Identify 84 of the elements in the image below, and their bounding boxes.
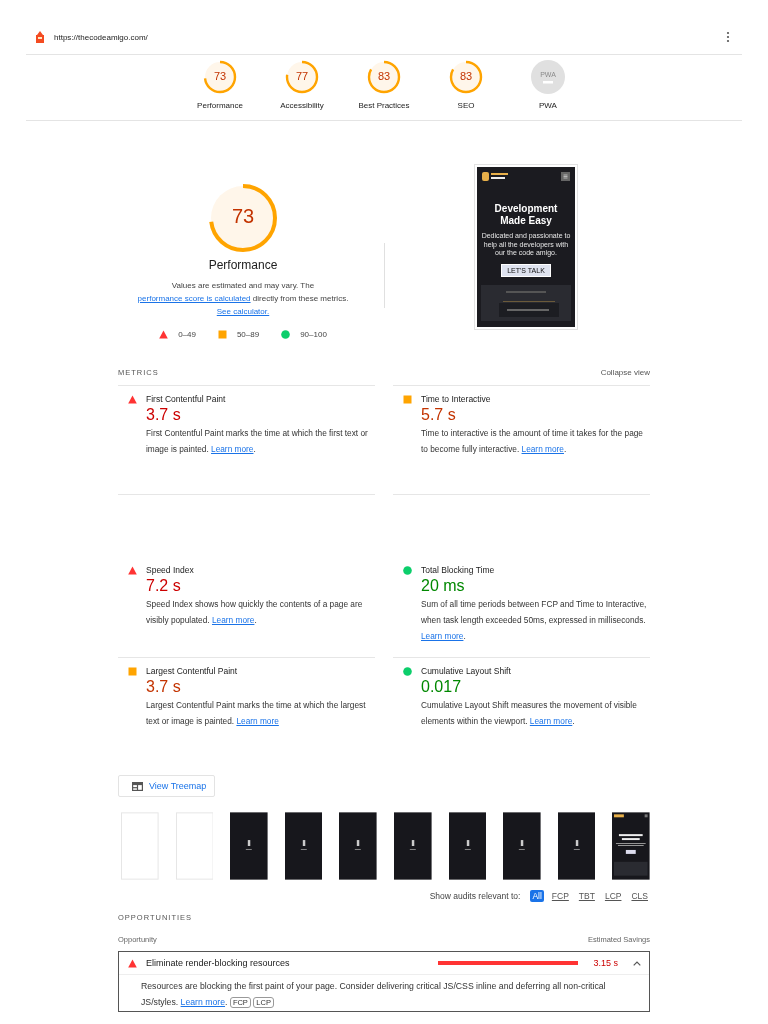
filmstrip-frame — [393, 812, 432, 880]
metric-description: Cumulative Layout Shift measures the movement of visible elements within the viewport. Learn more. — [421, 699, 638, 728]
score-value: 73 — [230, 205, 256, 228]
metric-description: Largest Contentful Paint marks the time at which the largest text or image is painted. Learn more — [146, 699, 367, 728]
menu-icon — [561, 172, 570, 181]
more-button[interactable] — [724, 31, 730, 43]
metric-name: Speed Index — [146, 565, 194, 575]
metric-name: First Contentful Paint — [146, 394, 226, 404]
filmstrip-frame — [557, 812, 596, 880]
metric-name: Largest Contentful Paint — [146, 666, 238, 676]
square-icon — [403, 394, 412, 404]
learn-more-link[interactable]: Learn more — [521, 444, 564, 454]
metric-description: Time to interactive is the amount of time it takes for the page to become fully interactive. Learn more. — [421, 427, 644, 456]
square-icon — [217, 330, 227, 339]
filter-chip[interactable]: TBT — [576, 890, 597, 902]
view-treemap-button[interactable]: View Treemap — [118, 775, 216, 797]
filter-chip[interactable]: CLS — [629, 890, 650, 902]
category-gauge-link[interactable]: 77 Accessibility — [266, 59, 338, 110]
legend-range: 90–100 — [300, 330, 327, 339]
category-title: Performance — [208, 258, 278, 272]
filter-chip[interactable]: LCP — [602, 890, 624, 902]
layout-icon — [132, 781, 143, 791]
score-value: 73 — [212, 70, 228, 82]
circle-icon — [281, 330, 291, 339]
triangle-icon — [159, 330, 169, 339]
filmstrip-frame — [339, 812, 377, 880]
metric-description: Speed Index shows how quickly the contents of a page are visibly populated. Learn more. — [146, 598, 364, 627]
score-gauge — [366, 59, 402, 95]
metric-description: First Contentful Paint marks the time at which the first text or image is painted. Learn more. — [146, 427, 369, 456]
metric-value: 20 ms — [421, 577, 466, 595]
category-label: SEO — [457, 101, 475, 110]
filmstrip-frame — [121, 812, 159, 880]
filmstrip-frame — [448, 812, 487, 880]
score-gauge — [284, 59, 320, 95]
score-gauge — [448, 59, 484, 95]
square-icon — [128, 666, 137, 676]
metric-description: Sum of all time periods between FCP and Time to Interactive, when task length exceeded 50ms, expressed in milliseconds. Learn more. — [421, 598, 648, 643]
hero-heading: Development Made Easy — [493, 203, 559, 227]
triangle-icon — [128, 958, 137, 968]
filmstrip-frame — [175, 812, 214, 880]
page-url: https://thecodeamigo.com/ — [54, 32, 149, 42]
category-gauge-link[interactable]: 83 Best Practices — [348, 59, 420, 110]
lighthouse-icon — [35, 31, 45, 43]
filter-chip[interactable]: All — [530, 890, 544, 902]
triangle-icon — [128, 565, 137, 575]
score-note: Values are estimated and may vary. The performance score is calculated directly from these metrics. See calculator. — [136, 280, 350, 318]
triangle-icon — [128, 394, 137, 404]
filmstrip-frame — [503, 812, 541, 880]
metric-name: Total Blocking Time — [421, 565, 495, 575]
savings-value: 3.15 s — [593, 958, 618, 968]
metric-value: 7.2 s — [146, 577, 182, 595]
category-gauge-link[interactable]: 73 Performance — [184, 59, 256, 110]
metric-value: 5.7 s — [421, 406, 457, 424]
metric-value: 0.017 — [421, 678, 463, 696]
metric-name: Time to Interactive — [421, 394, 491, 404]
category-label: Accessibility — [280, 101, 324, 110]
filmstrip-frame — [230, 812, 268, 880]
learn-more-link[interactable]: Learn more — [236, 716, 279, 726]
circle-icon — [403, 666, 412, 676]
category-label: PWA — [539, 101, 557, 110]
filmstrip-frame — [612, 812, 650, 880]
link[interactable]: See calculator. — [216, 307, 270, 316]
metric-value: 3.7 s — [146, 678, 182, 696]
score-value: 77 — [294, 70, 310, 82]
collapse-view-link[interactable]: Collapse view — [600, 368, 650, 377]
score-value: 83 — [458, 70, 474, 82]
category-gauge-link[interactable]: 83 SEO — [430, 59, 502, 110]
legend-range: 0–49 — [178, 330, 196, 339]
score-gauge — [208, 183, 278, 253]
score-gauge — [202, 59, 238, 95]
score-value: 83 — [376, 70, 392, 82]
category-label: Performance — [197, 101, 243, 110]
legend-range: 50–89 — [236, 330, 260, 339]
metric-name: Cumulative Layout Shift — [421, 666, 511, 676]
filter-label: Show audits relevant to: — [429, 891, 521, 901]
site-logo-icon — [482, 172, 510, 181]
filter-chip[interactable]: FCP — [549, 890, 571, 902]
metric-value: 3.7 s — [146, 406, 182, 424]
link[interactable]: performance score is calculated — [137, 294, 251, 303]
audit-header[interactable]: Eliminate render-blocking resources 3.15 s — [119, 952, 649, 975]
audit-title: Eliminate render-blocking resources — [146, 958, 291, 968]
filmstrip-frame — [284, 812, 323, 880]
category-label: Best Practices — [358, 101, 410, 110]
circle-icon — [403, 565, 412, 575]
